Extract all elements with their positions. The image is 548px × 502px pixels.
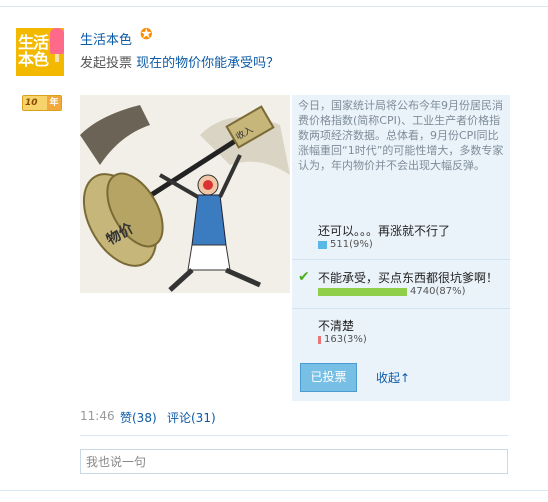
post-headline: 发起投票 现在的物价你能承受吗？ xyxy=(80,52,279,71)
avatar[interactable]: 生活本色 xyxy=(16,28,64,76)
option-count: 163(3%) xyxy=(324,334,367,345)
option-bar xyxy=(318,288,407,296)
weightlifter-cartoon: 物价 收入 xyxy=(80,95,290,293)
badge-char: 年 xyxy=(47,96,61,110)
member-years-badge[interactable]: 10 年 xyxy=(22,95,62,111)
option-label: 不清楚 xyxy=(318,319,355,333)
comment-link[interactable]: 评论(31) xyxy=(167,409,216,426)
poll-description: 今日，国家统计局将公布今年9月份居民消费价格指数(简称CPI)、工业生产者价格指… xyxy=(298,99,504,172)
poll-option-selected[interactable]: ✔ 不能承受，买点东西都很坑爹啊！ 4740(87%) xyxy=(292,269,510,301)
like-link[interactable]: 赞(38) xyxy=(120,409,157,426)
top-divider xyxy=(0,6,548,7)
ice-pop-icon xyxy=(50,28,64,62)
poll-title-link[interactable]: 现在的物价你能承受吗？ xyxy=(136,56,279,71)
avatar-text: 生活本色 xyxy=(18,33,49,69)
option-count: 4740(87%) xyxy=(410,286,466,297)
post-time: 11:46 xyxy=(80,409,115,423)
option-label: 还可以。。。再涨就不行了 xyxy=(318,224,451,238)
voted-button[interactable]: 已投票 xyxy=(300,363,357,392)
check-icon: ✔ xyxy=(298,269,310,285)
option-divider xyxy=(292,259,510,260)
option-label: 不能承受，买点东西都很坑爹啊！ xyxy=(318,271,499,285)
option-bar xyxy=(318,241,327,249)
username-link[interactable]: 生活本色 xyxy=(80,29,132,48)
poll-option[interactable]: 不清楚 163(3%) xyxy=(292,317,510,349)
star-icon[interactable]: ✪ xyxy=(140,25,153,43)
poll-image[interactable]: 物价 收入 xyxy=(80,95,290,293)
option-bar xyxy=(318,336,321,344)
collapse-link[interactable]: 收起↑ xyxy=(376,369,410,386)
comment-divider xyxy=(80,435,508,436)
poll-panel: 今日，国家统计局将公布今年9月份居民消费价格指数(简称CPI)、工业生产者价格指… xyxy=(292,95,510,401)
action-text: 发起投票 xyxy=(80,56,133,71)
bottom-divider xyxy=(0,490,548,491)
poll-option[interactable]: 还可以。。。再涨就不行了 511(9%) xyxy=(292,222,510,254)
comment-input[interactable]: 我也说一句 xyxy=(80,449,508,474)
badge-year: 10 xyxy=(25,98,38,108)
option-divider xyxy=(292,308,510,309)
option-count: 511(9%) xyxy=(330,239,373,250)
